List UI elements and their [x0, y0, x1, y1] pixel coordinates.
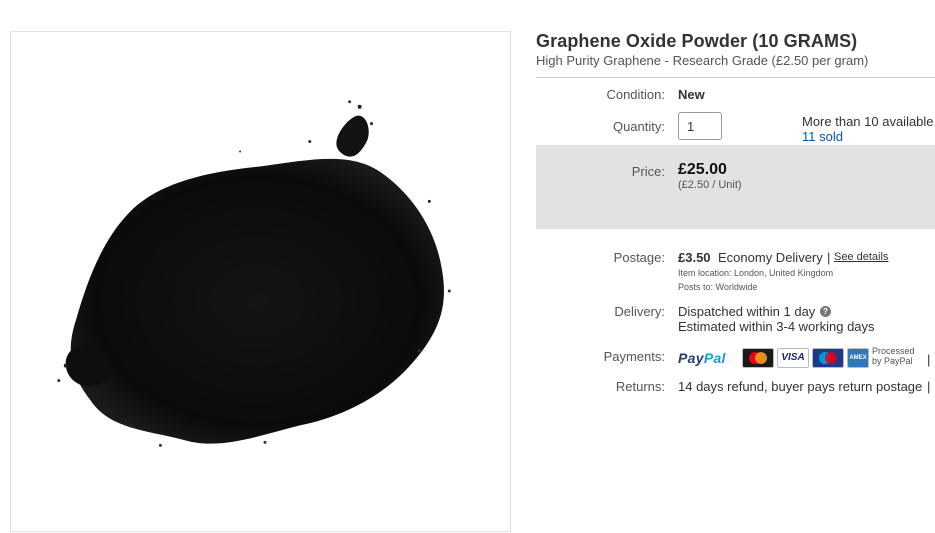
postage-amount: £3.50	[678, 250, 711, 265]
postage-separator: |	[827, 250, 831, 265]
payments-row: Payments: PayPal VISA AMEX Processed by …	[536, 346, 935, 370]
condition-label: Condition:	[606, 87, 665, 102]
sold-link[interactable]: 11 sold	[802, 129, 934, 144]
product-title: Graphene Oxide Powder (10 GRAMS)	[536, 31, 858, 51]
graphene-powder-picture	[57, 100, 451, 447]
price-label: Price:	[631, 164, 665, 179]
returns-row: Returns: 14 days refund, buyer pays retu…	[536, 379, 935, 395]
unit-price: (£2.50 / Unit)	[678, 179, 742, 191]
postage-row: Postage: £3.50 Economy Delivery | See de…	[536, 249, 935, 295]
paypal-logo-pal: Pal	[703, 350, 726, 366]
mastercard-icon	[742, 348, 774, 368]
availability: More than 10 available 11 sold	[802, 114, 934, 144]
product-image[interactable]	[10, 31, 511, 532]
item-details: Graphene Oxide Powder (10 GRAMS) High Pu…	[536, 30, 935, 394]
available-text: More than 10 available	[802, 114, 934, 129]
item-location: Item location: London, United Kingdom	[678, 268, 834, 278]
quantity-input[interactable]	[678, 112, 722, 140]
estimated-delivery: Estimated within 3-4 working days	[678, 319, 875, 334]
paypal-logo-pay: Pay	[678, 350, 704, 366]
postage-label: Postage:	[613, 250, 665, 265]
processed-line-1: Processed	[872, 346, 915, 356]
product-subtitle: High Purity Graphene - Research Grade (£…	[536, 53, 869, 68]
paypal-logo: PayPal	[678, 350, 726, 366]
price-panel: Price: £25.00 (£2.50 / Unit)	[536, 145, 935, 229]
title-divider	[536, 77, 935, 78]
returns-policy: 14 days refund, buyer pays return postag…	[678, 379, 923, 394]
returns-separator: |	[927, 379, 931, 394]
quantity-label: Quantity:	[612, 119, 665, 134]
delivery-row: Delivery: Dispatched within 1 day ? Esti…	[536, 304, 935, 338]
processed-by-paypal: Processed by PayPal	[872, 346, 915, 366]
dispatched-text: Dispatched within 1 day	[678, 304, 816, 319]
question-circle-icon[interactable]: ?	[820, 306, 831, 317]
maestro-icon	[812, 348, 844, 368]
condition-value: New	[678, 87, 705, 102]
price-value: £25.00	[678, 161, 727, 178]
visa-icon: VISA	[777, 348, 809, 368]
condition-row: Condition: New	[536, 87, 935, 103]
returns-label: Returns:	[615, 379, 665, 394]
posts-to: Posts to: Worldwide	[678, 282, 758, 292]
payments-separator: |	[927, 352, 931, 367]
processed-line-2: by PayPal	[872, 356, 913, 366]
payments-label: Payments:	[603, 349, 665, 364]
quantity-row: Quantity: More than 10 available 11 sold	[536, 112, 935, 144]
amex-icon: AMEX	[847, 348, 869, 368]
delivery-label: Delivery:	[614, 304, 665, 319]
see-details-link[interactable]: See details	[834, 251, 888, 263]
postage-method: Economy Delivery	[718, 250, 823, 265]
